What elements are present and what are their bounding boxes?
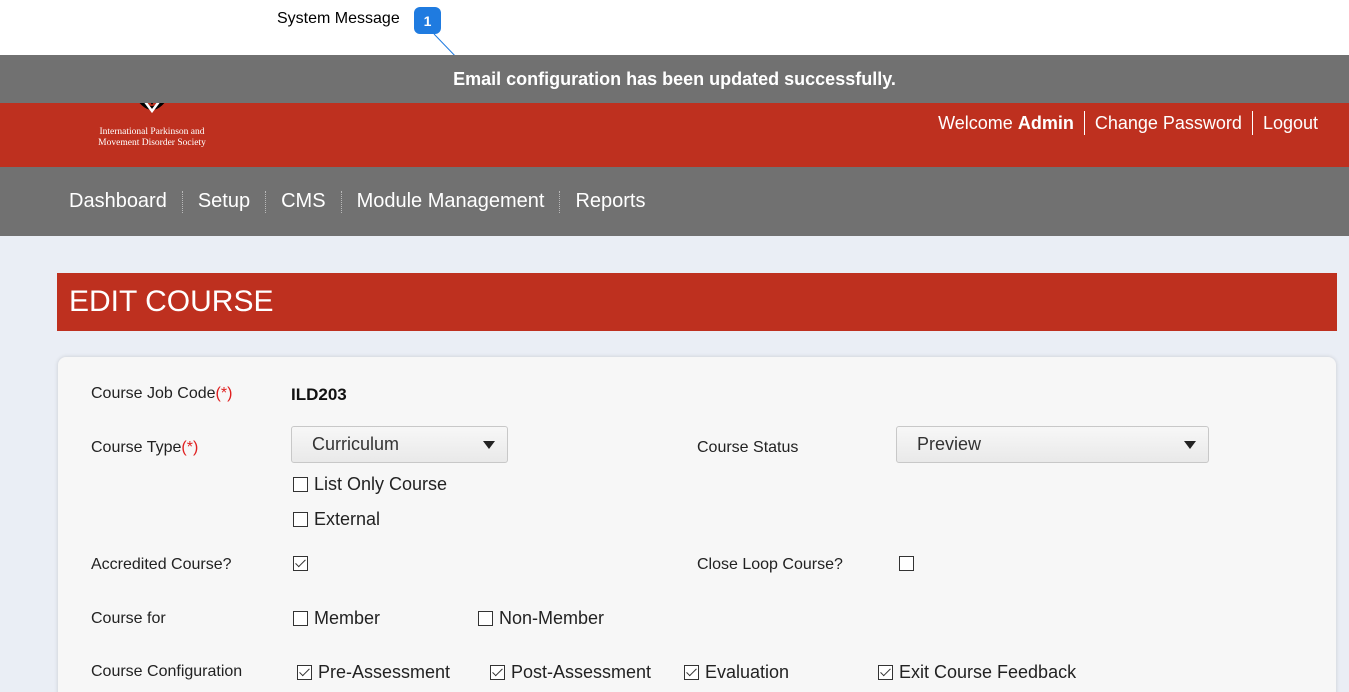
nav-separator [1251, 111, 1253, 135]
checkbox-checked[interactable] [684, 665, 699, 680]
page-title-bar: EDIT COURSE [57, 273, 1337, 331]
checkbox-checked[interactable] [293, 556, 308, 571]
post-assessment-checkbox[interactable]: Post-Assessment [490, 662, 651, 683]
menu-separator [181, 190, 183, 213]
user-nav: Welcome Admin Change Password Logout [938, 111, 1318, 135]
menu-separator [340, 190, 342, 213]
accredited-checkbox[interactable] [293, 556, 314, 571]
checkbox-box[interactable] [478, 611, 493, 626]
logout-link[interactable]: Logout [1263, 113, 1318, 134]
job-code-label: Course Job Code(*) [91, 385, 233, 402]
checkbox-box[interactable] [899, 556, 914, 571]
society-logo[interactable]: International Parkinson and Movement Dis… [96, 91, 216, 167]
menu-item-reports[interactable]: Reports [575, 190, 645, 213]
job-code-value: ILD203 [291, 385, 347, 404]
change-password-link[interactable]: Change Password [1095, 113, 1242, 134]
evaluation-checkbox[interactable]: Evaluation [684, 662, 789, 683]
checkbox-checked[interactable] [297, 665, 312, 680]
annotation-badge: 1 [414, 7, 441, 34]
course-status-selected: Preview [917, 434, 982, 454]
menu-separator [559, 190, 561, 213]
edit-course-form: Course Job Code(*) ILD203 Course Type(*)… [58, 357, 1336, 692]
list-only-checkbox[interactable]: List Only Course [293, 474, 447, 495]
main-menu: Dashboard Setup CMS Module Management Re… [0, 167, 1349, 236]
course-type-label: Course Type(*) [91, 439, 199, 456]
nav-separator [1083, 111, 1085, 135]
site-header: International Parkinson and Movement Dis… [0, 91, 1349, 167]
close-loop-label: Close Loop Course? [697, 556, 843, 573]
exit-feedback-checkbox[interactable]: Exit Course Feedback [878, 662, 1076, 683]
course-type-select[interactable]: Curriculum [291, 426, 508, 463]
checkbox-box[interactable] [293, 477, 308, 492]
course-for-label: Course for [91, 610, 166, 627]
member-checkbox[interactable]: Member [293, 608, 380, 629]
menu-separator [265, 190, 267, 213]
menu-item-module-management[interactable]: Module Management [357, 190, 545, 213]
logo-text: International Parkinson and Movement Dis… [98, 127, 206, 148]
checkbox-checked[interactable] [878, 665, 893, 680]
checkbox-box[interactable] [293, 512, 308, 527]
page-title: EDIT COURSE [69, 285, 274, 318]
course-configuration-label: Course Configuration [91, 663, 243, 680]
menu-item-cms[interactable]: CMS [281, 190, 325, 213]
content-area: EDIT COURSE Course Job Code(*) ILD203 Co… [0, 236, 1349, 692]
dropdown-arrow-icon [1184, 441, 1196, 449]
non-member-checkbox[interactable]: Non-Member [478, 608, 604, 629]
pre-assessment-checkbox[interactable]: Pre-Assessment [297, 662, 450, 683]
course-type-selected: Curriculum [312, 434, 400, 454]
annotation-label: System Message [277, 10, 400, 27]
system-message-text: Email configuration has been updated suc… [453, 68, 896, 89]
checkbox-box[interactable] [293, 611, 308, 626]
menu-item-setup[interactable]: Setup [198, 190, 250, 213]
accredited-label: Accredited Course? [91, 556, 232, 573]
dropdown-arrow-icon [483, 441, 495, 449]
checkbox-checked[interactable] [490, 665, 505, 680]
system-message-bar: Email configuration has been updated suc… [0, 55, 1349, 103]
external-checkbox[interactable]: External [293, 509, 380, 530]
course-status-label: Course Status [697, 439, 799, 456]
course-status-select[interactable]: Preview [896, 426, 1209, 463]
menu-item-dashboard[interactable]: Dashboard [69, 190, 167, 213]
welcome-text: Welcome Admin [938, 112, 1074, 133]
close-loop-checkbox[interactable] [899, 556, 920, 571]
